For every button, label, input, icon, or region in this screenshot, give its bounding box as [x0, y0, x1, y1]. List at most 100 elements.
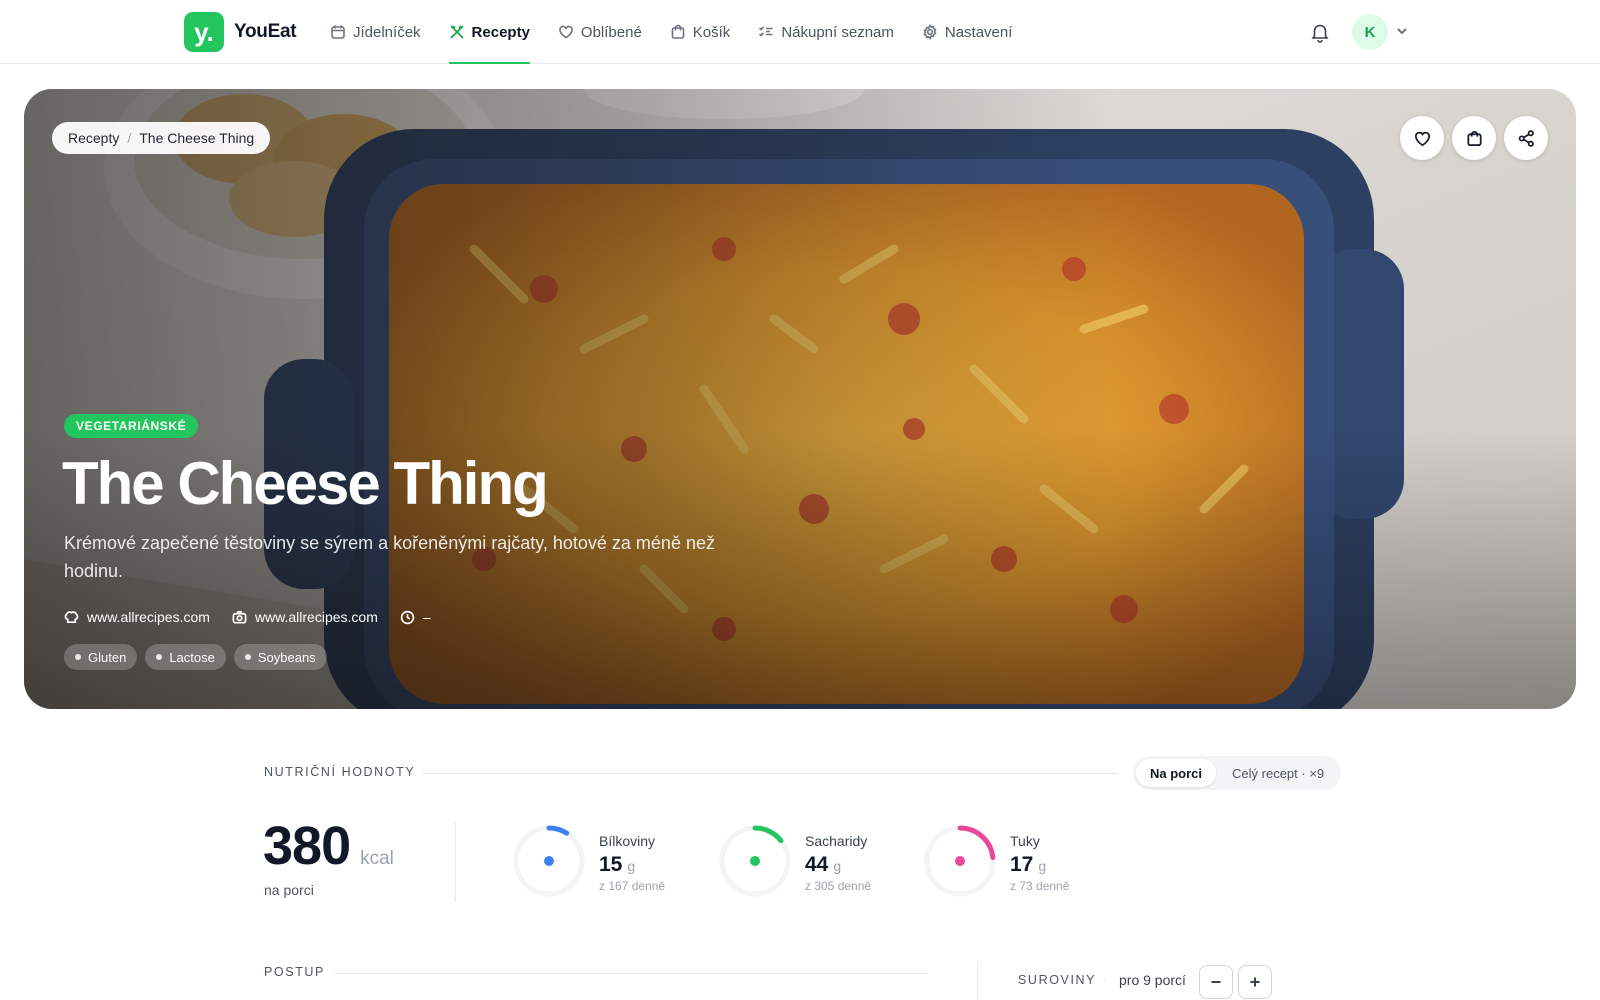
app-logo[interactable]: y. — [184, 12, 224, 52]
bell-icon — [1311, 24, 1329, 43]
recipe-meta: www.allrecipes.com www.allrecipes.com – — [64, 609, 431, 625]
allergen-dot — [244, 654, 251, 660]
divider — [455, 822, 456, 902]
diet-badge: VEGETARIÁNSKÉ — [64, 414, 199, 438]
nav-item-nakupni-seznam[interactable]: Nákupní seznam — [758, 0, 894, 64]
divider — [423, 773, 1118, 774]
breadcrumb: Recepty / The Cheese Thing — [52, 122, 271, 154]
nutrition-section-label: NUTRIČNÍ HODNOTY — [264, 765, 416, 779]
nav-item-label: Nastavení — [944, 23, 1013, 41]
chevron-down-icon — [1397, 28, 1407, 35]
allergen-dot — [75, 654, 81, 660]
photo-credit[interactable]: www.allrecipes.com — [232, 609, 378, 625]
allergen-label: Gluten — [88, 649, 127, 665]
chef-hat-icon — [64, 610, 79, 623]
toggle-whole-recipe[interactable]: Celý recept · ×9 — [1218, 759, 1338, 787]
nav-item-label: Nákupní seznam — [781, 23, 894, 41]
calendar-icon — [331, 25, 345, 39]
nav-item-jidelnicek[interactable]: Jídelníček — [330, 0, 421, 64]
main-nav: Jídelníček Recepty Oblíbené Košík Nákupn… — [330, 0, 1040, 64]
heart-icon — [1414, 131, 1430, 146]
macro-name: Tuky — [1010, 833, 1040, 849]
cooking-time: – — [400, 609, 431, 625]
macro-protein: Bílkoviny 15 g z 167 denně — [511, 823, 701, 899]
camera-icon — [232, 610, 247, 623]
allergen-chip: Soybeans — [233, 644, 327, 670]
recipe-title: The Cheese Thing — [62, 450, 549, 517]
macro-number: 44 — [805, 853, 829, 876]
breadcrumb-separator: / — [127, 130, 132, 146]
decrease-portions-button[interactable] — [1199, 965, 1233, 999]
allergen-list: Gluten Lactose Soybeans — [64, 644, 327, 670]
allergen-label: Lactose — [169, 649, 215, 665]
nav-item-label: Košík — [692, 23, 731, 41]
recipe-source-text: www.allrecipes.com — [87, 609, 210, 625]
calories-caption: na porci — [264, 882, 314, 898]
allergen-chip: Gluten — [64, 644, 138, 670]
checklist-icon — [759, 26, 773, 37]
nav-item-recepty[interactable]: Recepty — [448, 0, 531, 64]
top-navigation-bar: y. YouEat Jídelníček Recepty Oblíbené Ko… — [0, 0, 1600, 64]
nav-item-oblibene[interactable]: Oblíbené — [558, 0, 642, 64]
breadcrumb-current: The Cheese Thing — [139, 130, 255, 146]
gear-icon — [923, 24, 937, 40]
macro-goal: z 167 denně — [599, 879, 666, 893]
toggle-per-portion[interactable]: Na porci — [1136, 759, 1217, 787]
recipe-source[interactable]: www.allrecipes.com — [64, 609, 210, 625]
macro-unit: g — [833, 858, 842, 874]
basket-icon — [671, 24, 685, 39]
share-button[interactable] — [1504, 116, 1548, 160]
macro-unit: g — [627, 858, 636, 874]
separator-dot: · — [1103, 972, 1107, 986]
recipe-description: Krémové zapečené těstoviny se sýrem a ko… — [64, 533, 715, 581]
calories-value: 380 — [263, 816, 351, 876]
macro-unit: g — [1038, 858, 1047, 874]
macro-carbs: Sacharidy 44 g z 305 denně — [717, 823, 907, 899]
macro-goal: z 73 denně — [1010, 879, 1070, 893]
macro-value: 44 g — [805, 853, 841, 877]
favorite-button[interactable] — [1400, 116, 1444, 160]
calories-unit: kcal — [360, 848, 394, 869]
macro-goal: z 305 denně — [805, 879, 872, 893]
cooking-time-text: – — [422, 609, 431, 625]
macro-value: 17 g — [1010, 853, 1046, 877]
hero-actions — [1400, 116, 1548, 160]
macro-ring — [513, 825, 585, 897]
breadcrumb-root-link[interactable]: Recepty — [68, 130, 119, 146]
photo-credit-text: www.allrecipes.com — [254, 609, 378, 625]
allergen-dot — [156, 654, 163, 660]
divider — [977, 963, 978, 1000]
nav-item-kosik[interactable]: Košík — [670, 0, 731, 64]
macro-value: 15 g — [599, 853, 635, 877]
nav-item-label: Recepty — [471, 23, 530, 41]
clock-icon — [400, 610, 415, 624]
user-avatar[interactable]: K — [1352, 14, 1388, 50]
macro-ring — [719, 825, 791, 897]
macro-name: Sacharidy — [805, 833, 868, 849]
recipe-hero: Recepty / The Cheese Thing VEGETARIÁNSKÉ… — [24, 89, 1576, 709]
macro-number: 17 — [1010, 853, 1034, 876]
plus-icon — [1250, 977, 1260, 987]
nutrition-scope-toggle: Na porci Celý recept · ×9 — [1133, 756, 1342, 790]
calories: 380 kcal — [263, 815, 394, 877]
basket-icon — [1466, 130, 1482, 146]
allergen-label: Soybeans — [257, 649, 316, 665]
user-menu-toggle[interactable] — [1395, 24, 1409, 38]
steps-section-label: POSTUP — [264, 965, 325, 979]
portions-label: pro 9 porcí — [1119, 972, 1186, 988]
ingredients-section-label: SUROVINY — [1018, 973, 1097, 987]
macro-ring — [924, 825, 996, 897]
share-icon — [1518, 129, 1534, 147]
heart-icon — [559, 25, 573, 39]
minus-icon — [1211, 981, 1221, 983]
divider — [334, 973, 928, 974]
macro-name: Bílkoviny — [599, 833, 656, 849]
notifications-button[interactable] — [1309, 21, 1331, 43]
nav-item-nastaveni[interactable]: Nastavení — [922, 0, 1013, 64]
macro-number: 15 — [599, 853, 623, 876]
increase-portions-button[interactable] — [1238, 965, 1272, 999]
nav-item-label: Oblíbené — [580, 23, 642, 41]
add-to-cart-button[interactable] — [1452, 116, 1496, 160]
nav-item-label: Jídelníček — [353, 23, 421, 41]
app-name[interactable]: YouEat — [234, 21, 297, 43]
